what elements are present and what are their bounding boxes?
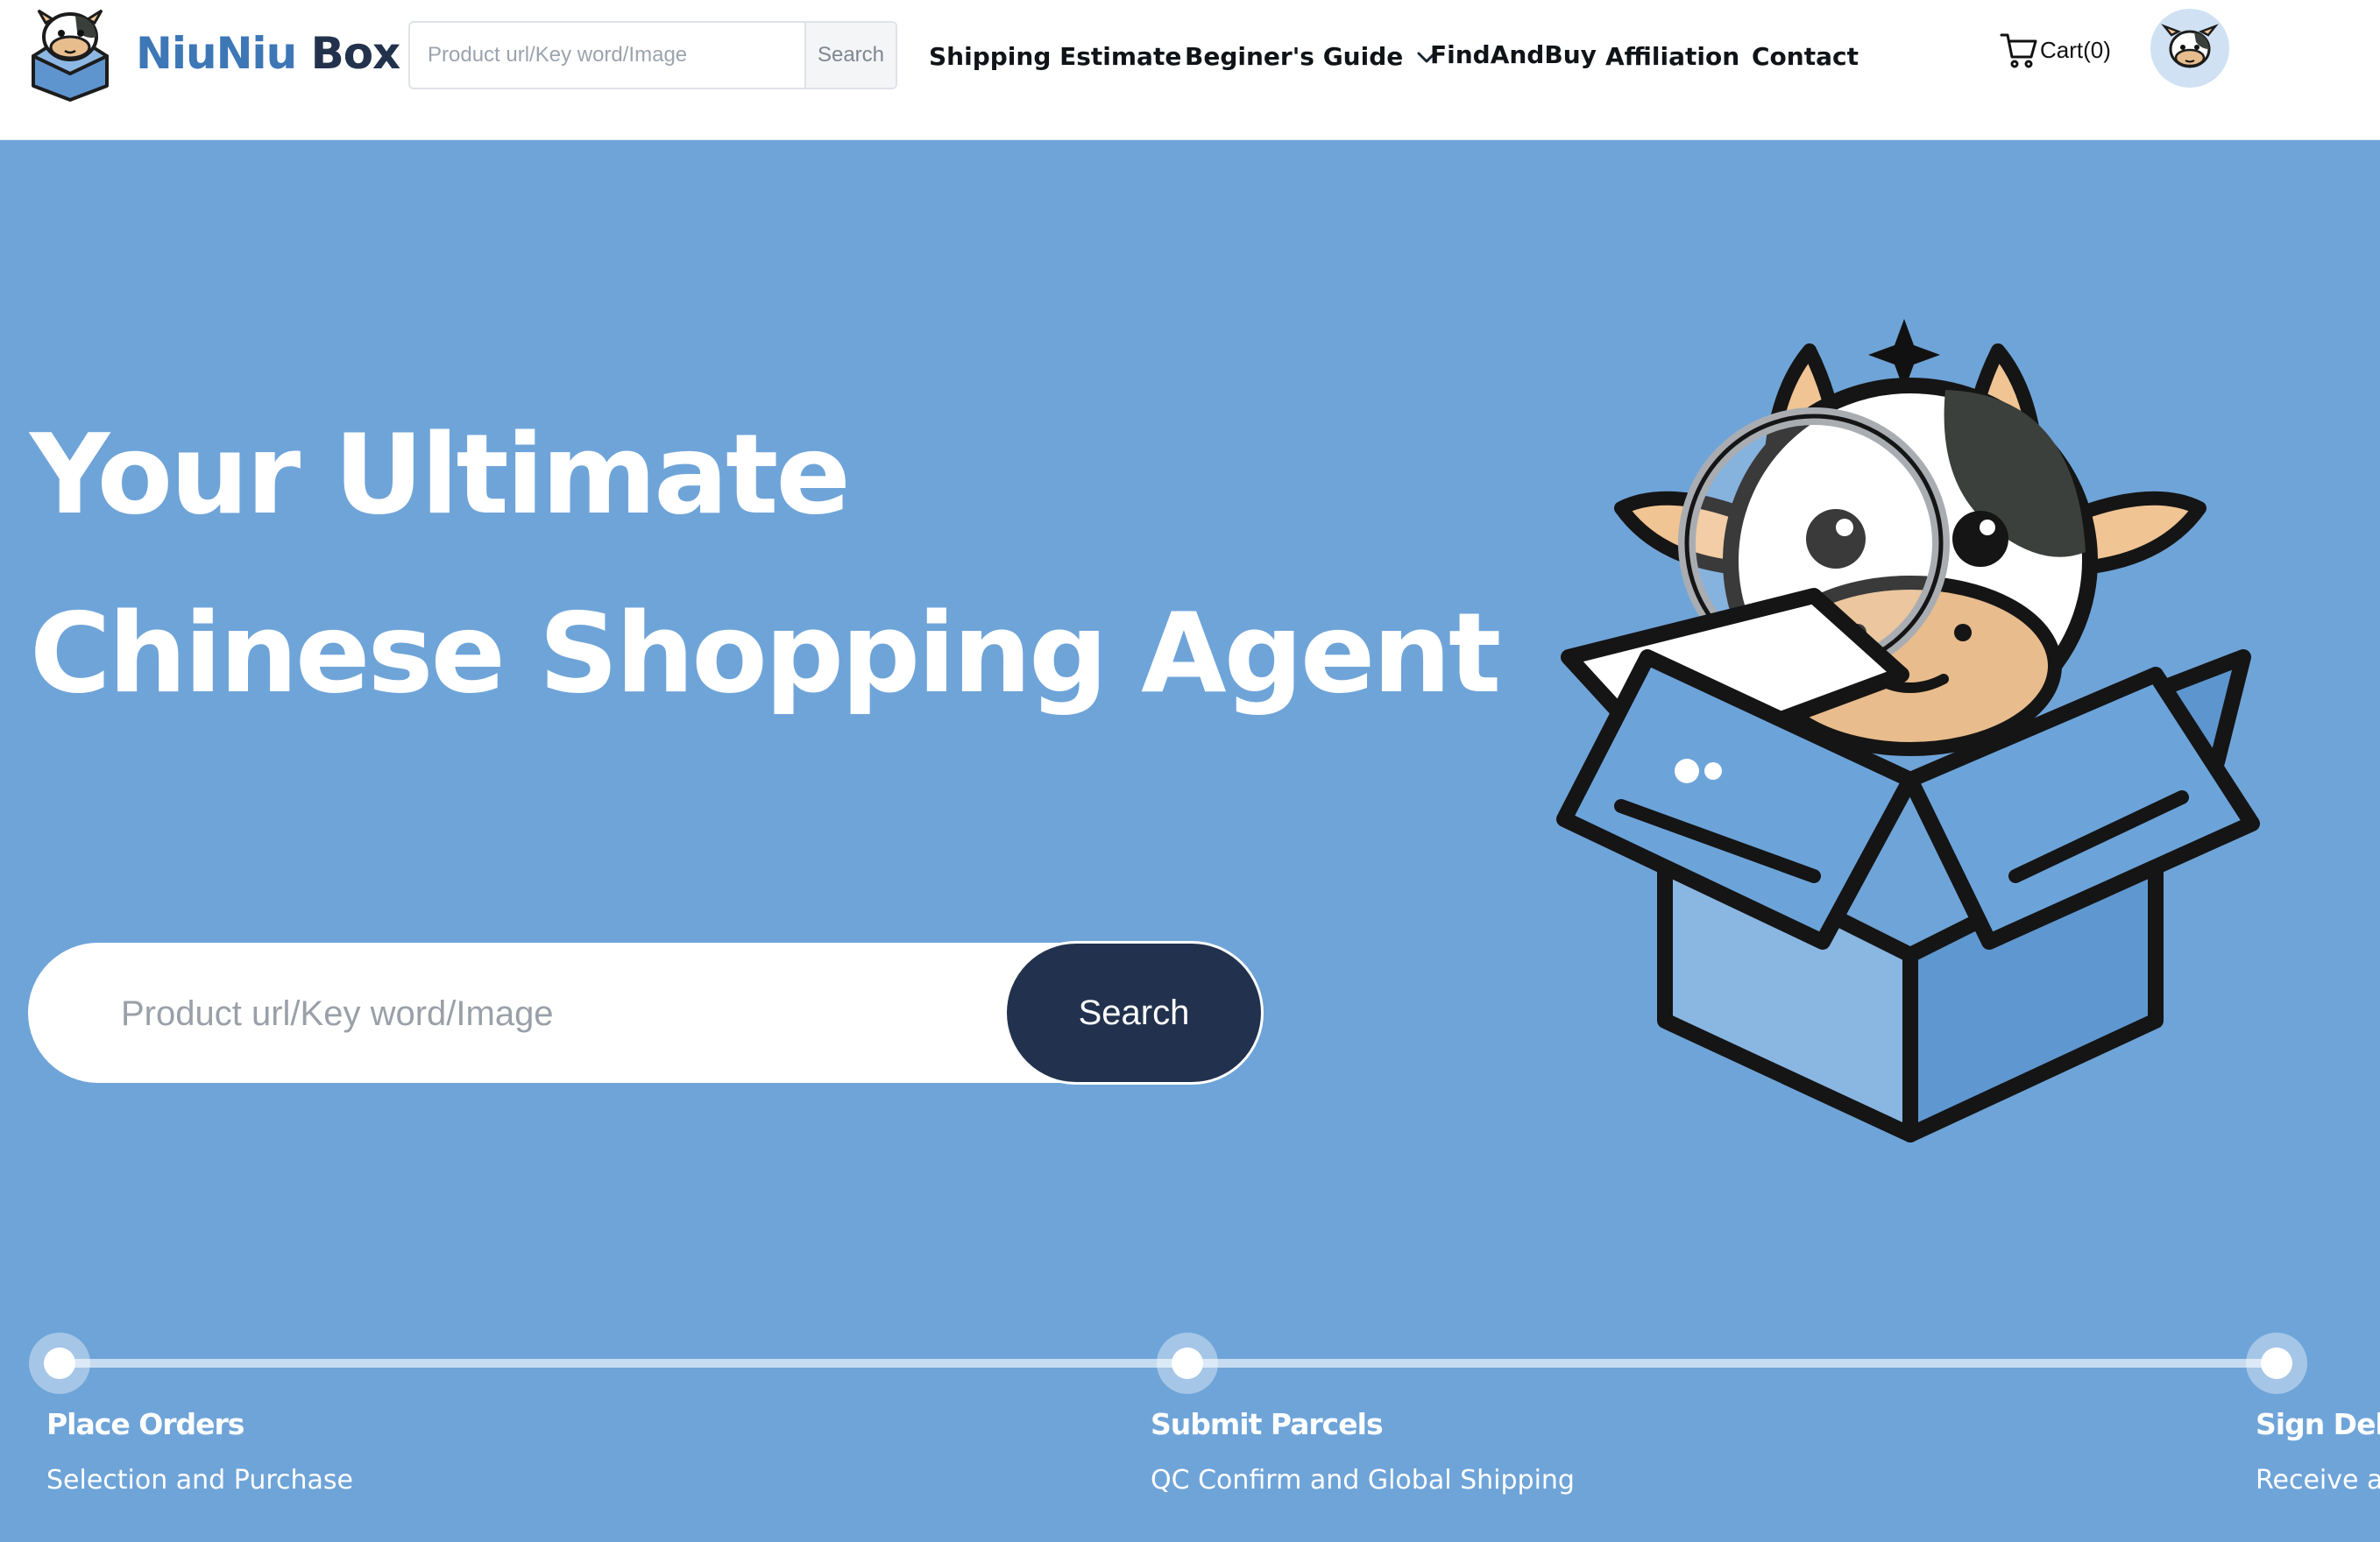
top-header: NiuNiu Box Search Shipping Estimate Begi… [0, 0, 2380, 140]
step-dot [1172, 1347, 1203, 1379]
nav-find-and-buy[interactable]: FindAndBuy [1430, 33, 1597, 77]
user-avatar[interactable] [2150, 9, 2229, 88]
header-search-input[interactable] [410, 23, 804, 88]
hero-title-line1: Your Ultimate [30, 410, 851, 539]
hero-search-button[interactable]: Search [1004, 941, 1264, 1085]
hero-search-input[interactable] [119, 943, 999, 1085]
hero-title: Your Ultimate Chinese Shopping Agent [30, 386, 1501, 743]
hero-search-bar: Search [28, 941, 1264, 1085]
step-1-title: Place Orders [46, 1407, 244, 1441]
hero-title-line2: Chinese Shopping Agent [30, 589, 1501, 718]
nav-beginners-guide-label: Beginer's Guide [1185, 42, 1404, 71]
step-3-title: Sign Deliv [2256, 1407, 2380, 1441]
cow-avatar-icon [2161, 24, 2219, 68]
brand-name-part1: NiuNiu [136, 28, 297, 79]
nav-contact[interactable]: Contact [1752, 35, 1859, 79]
brand-name[interactable]: NiuNiu Box [136, 23, 400, 84]
step-dot [2261, 1347, 2292, 1379]
nav-beginners-guide[interactable]: Beginer's Guide [1185, 35, 1436, 79]
nav-shipping-estimate[interactable]: Shipping Estimate [929, 35, 1181, 79]
step-1-subtitle: Selection and Purchase [46, 1465, 353, 1496]
cart-icon [2000, 33, 2037, 68]
cart-label: Cart(0) [2040, 36, 2111, 63]
step-2-title: Submit Parcels [1151, 1407, 1384, 1441]
step-3-subtitle: Receive ar [2256, 1465, 2380, 1496]
step-dot [44, 1347, 75, 1379]
step-marker-3 [2246, 1333, 2307, 1394]
cow-box-logo[interactable] [26, 5, 114, 102]
cow-with-magnifier-illustration [1556, 319, 2260, 1142]
nav-affiliation[interactable]: Affiliation [1605, 35, 1739, 79]
cart-button[interactable]: Cart(0) [2000, 28, 2111, 72]
header-search-bar: Search [408, 21, 897, 89]
step-2-subtitle: QC Confirm and Global Shipping [1151, 1465, 1575, 1496]
step-marker-2 [1157, 1333, 1218, 1394]
header-search-button[interactable]: Search [804, 23, 896, 88]
step-marker-1 [29, 1333, 90, 1394]
brand-name-part2: Box [310, 28, 401, 79]
